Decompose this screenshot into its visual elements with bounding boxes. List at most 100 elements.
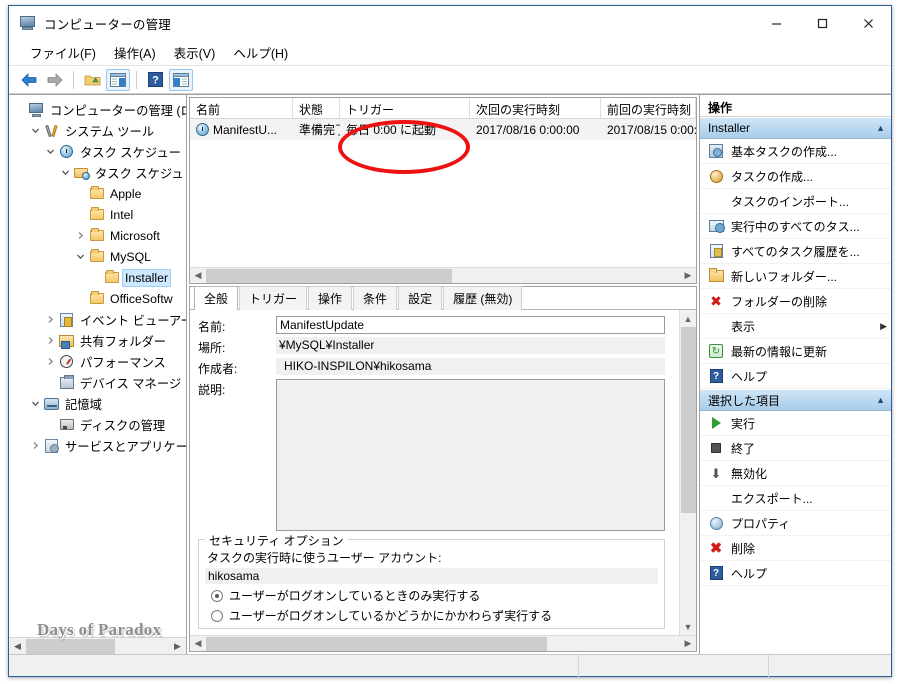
tab-0[interactable]: 全般 [194,286,239,310]
action-item-0-6[interactable]: ✖ フォルダーの削除 [700,289,891,314]
action-item-0-3[interactable]: 実行中のすべてのタス... [700,214,891,239]
collapse-arrow-icon[interactable]: ▲ [876,123,885,133]
maximize-button[interactable] [799,6,845,40]
tab-1[interactable]: トリガー [239,286,308,310]
close-button[interactable] [845,6,891,40]
action-item-1-0[interactable]: 実行 [700,411,891,436]
column-header-next-run[interactable]: 次回の実行時刻 [470,98,601,118]
tree-item-10[interactable]: イベント ビューアー [9,309,186,330]
detail-horizontal-scrollbar[interactable]: ◀ ▶ [190,635,696,651]
tree-item-4[interactable]: Apple [9,183,186,204]
task-scroll-thumb[interactable] [206,268,453,283]
action-item-0-7[interactable]: 表示 ▶ [700,314,891,339]
column-header-state[interactable]: 状態 [293,98,340,118]
column-header-trigger[interactable]: トリガー [340,98,470,118]
detail-scroll-track[interactable] [680,327,697,618]
action-item-1-3[interactable]: エクスポート... [700,486,891,511]
detail-scroll-thumb[interactable] [680,327,696,514]
tree-scroll-thumb[interactable] [26,638,115,654]
chevron-right-icon[interactable] [73,231,88,240]
detail-scroll-up-arrow[interactable]: ▲ [680,310,697,327]
task-list-horizontal-scrollbar[interactable]: ◀ ▶ [190,267,696,283]
folder-icon [88,186,105,199]
action-item-1-2[interactable]: ⬇ 無効化 [700,461,891,486]
tree-scroll-track[interactable] [26,637,169,654]
detail-hscroll-right-arrow[interactable]: ▶ [680,636,696,652]
action-item-0-9[interactable]: ? ヘルプ [700,364,891,389]
detail-hscroll-thumb[interactable] [206,636,548,651]
tree-horizontal-scrollbar[interactable]: ◀ ▶ [9,637,186,654]
column-header-name[interactable]: 名前 [190,98,293,118]
radio-run-only-when-logged-on[interactable]: ユーザーがログオンしているときのみ実行する [211,587,658,604]
table-row[interactable]: ManifestU... 準備完了 毎日 0:00 に起動 2017/08/16… [190,119,696,140]
up-folder-icon[interactable] [80,69,104,91]
chevron-down-icon[interactable] [58,168,73,177]
tree-item-15[interactable]: ディスクの管理 [9,414,186,435]
task-description-textarea[interactable] [276,379,665,531]
action-group-header-1[interactable]: 選択した項目 ▲ [700,389,891,411]
help-icon[interactable]: ? [143,69,167,91]
detail-hscroll-track[interactable] [206,636,680,652]
radio-run-whether-logged-on[interactable]: ユーザーがログオンしているかどうかにかかわらず実行する [211,607,658,624]
action-item-0-4[interactable]: すべてのタスク履歴を... [700,239,891,264]
tree-item-8[interactable]: Installer [9,267,186,288]
tree-item-16[interactable]: サービスとアプリケー [9,435,186,456]
minimize-button[interactable] [753,6,799,40]
tree-item-3[interactable]: タスク スケジュ [9,162,186,183]
tree-item-9[interactable]: OfficeSoftw [9,288,186,309]
tree-item-12[interactable]: パフォーマンス [9,351,186,372]
tree-item-13[interactable]: デバイス マネージ [9,372,186,393]
tree-item-5[interactable]: Intel [9,204,186,225]
chevron-down-icon[interactable] [28,126,43,135]
tree-item-14[interactable]: 記憶域 [9,393,186,414]
show-action-pane-icon[interactable] [169,68,193,91]
action-item-0-1[interactable]: タスクの作成... [700,164,891,189]
tree-item-2[interactable]: タスク スケジュー [9,141,186,162]
action-item-1-6[interactable]: ? ヘルプ [700,561,891,586]
scroll-right-arrow[interactable]: ▶ [169,637,186,654]
tree-item-1[interactable]: システム ツール [9,120,186,141]
task-scroll-left-arrow[interactable]: ◀ [190,268,206,284]
back-arrow-icon[interactable] [17,69,41,91]
column-header-last-run[interactable]: 前回の実行時刻 [601,98,696,118]
action-item-1-4[interactable]: プロパティ [700,511,891,536]
chevron-down-icon[interactable] [73,252,88,261]
tree-item-11[interactable]: 共有フォルダー [9,330,186,351]
menu-action[interactable]: 操作(A) [105,40,165,65]
chevron-right-icon[interactable] [43,315,58,324]
task-scroll-track[interactable] [206,268,680,284]
tree-item-0[interactable]: コンピューターの管理 (ロ [9,99,186,120]
task-scroll-right-arrow[interactable]: ▶ [680,268,696,284]
chevron-right-icon[interactable] [43,336,58,345]
tab-2[interactable]: 操作 [308,286,353,310]
tab-5[interactable]: 履歴 (無効) [443,286,523,310]
show-tree-pane-icon[interactable] [106,68,130,91]
scroll-left-arrow[interactable]: ◀ [9,637,26,654]
tree-scroll-area[interactable]: コンピューターの管理 (ロ システム ツール タスク スケジュー タスク スケジュ Ap… [9,95,186,637]
chevron-down-icon[interactable] [28,399,43,408]
detail-scroll-down-arrow[interactable]: ▼ [680,618,697,635]
chevron-right-icon[interactable] [43,357,58,366]
action-item-0-0[interactable]: 基本タスクの作成... [700,139,891,164]
action-item-1-1[interactable]: 終了 [700,436,891,461]
forward-arrow-icon[interactable] [43,69,67,91]
task-name-input[interactable]: ManifestUpdate [276,316,665,334]
action-item-0-5[interactable]: 新しいフォルダー... [700,264,891,289]
action-item-0-2[interactable]: タスクのインポート... [700,189,891,214]
collapse-arrow-icon[interactable]: ▲ [876,395,885,405]
menu-file[interactable]: ファイル(F) [21,40,105,65]
action-group-header-0[interactable]: Installer ▲ [700,117,891,139]
tab-3[interactable]: 条件 [353,286,398,310]
tree-item-7[interactable]: MySQL [9,246,186,267]
menu-view[interactable]: 表示(V) [165,40,225,65]
tab-4[interactable]: 設定 [398,286,443,310]
action-item-0-8[interactable]: ↻ 最新の情報に更新 [700,339,891,364]
tree-item-6[interactable]: Microsoft [9,225,186,246]
chevron-down-icon[interactable] [43,147,58,156]
detail-hscroll-left-arrow[interactable]: ◀ [190,636,206,652]
detail-vertical-scrollbar[interactable]: ▲ ▼ [679,310,696,635]
action-item-label: 最新の情報に更新 [731,344,828,359]
chevron-right-icon[interactable] [28,441,43,450]
action-item-1-5[interactable]: ✖ 削除 [700,536,891,561]
menu-help[interactable]: ヘルプ(H) [224,40,297,65]
